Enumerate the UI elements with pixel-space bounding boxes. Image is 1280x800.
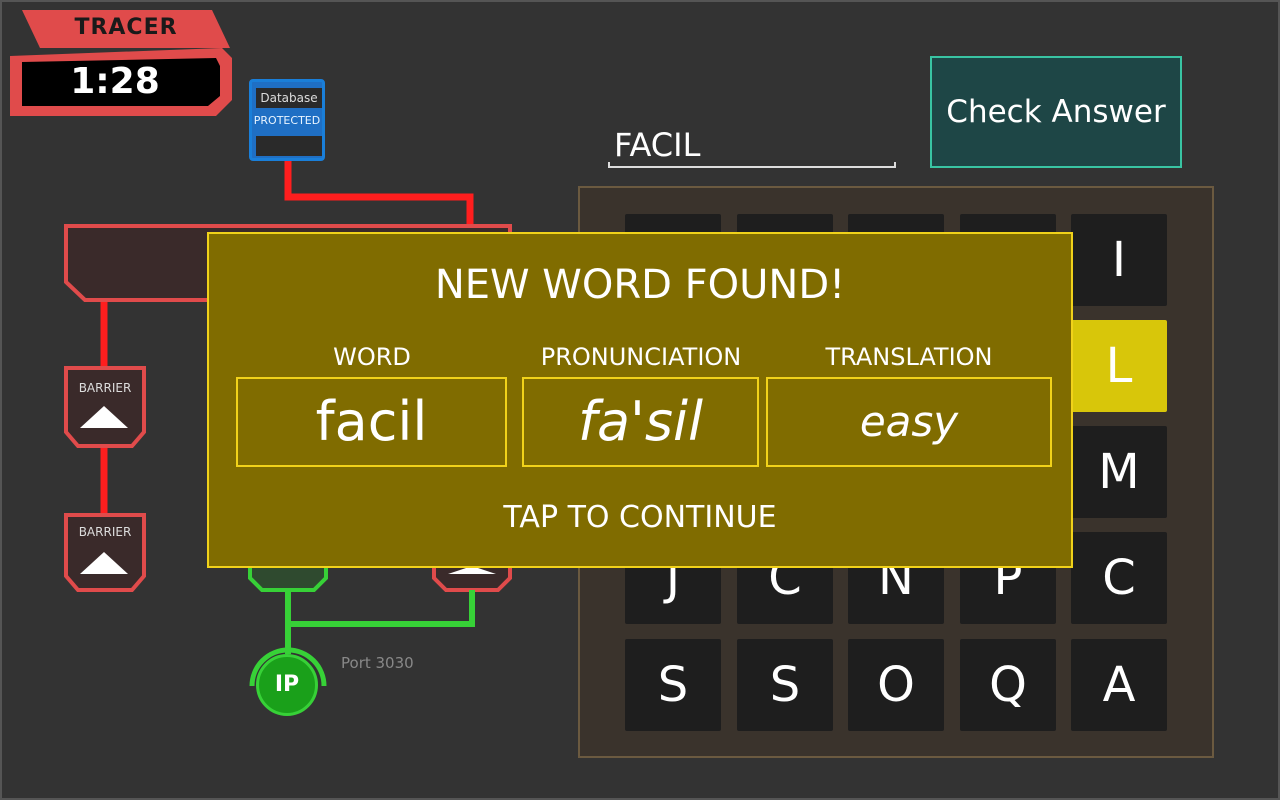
letter-tile[interactable]: I	[1071, 214, 1167, 306]
trace-timer: 1:28	[70, 61, 160, 102]
hidden-node-green	[248, 564, 328, 592]
tracer-label: TRACER	[74, 15, 178, 40]
letter-tile[interactable]: C	[1071, 532, 1167, 624]
database-title: Database	[256, 88, 322, 108]
answer-field: FACIL	[614, 126, 701, 164]
answer-underline	[608, 162, 896, 168]
modal-title: NEW WORD FOUND!	[434, 262, 846, 308]
database-status: PROTECTED	[253, 114, 321, 127]
pronunciation-value: fa'sil	[522, 377, 759, 467]
letter-tile[interactable]: A	[1071, 639, 1167, 731]
ip-node[interactable]: IP	[256, 654, 318, 716]
letter-tile-selected[interactable]: L	[1071, 320, 1167, 412]
tap-to-continue[interactable]: TAP TO CONTINUE	[207, 500, 1073, 535]
barrier-label-1: BARRIER	[78, 381, 132, 395]
database-bar	[256, 136, 322, 156]
database-node[interactable]: Database PROTECTED	[249, 79, 325, 161]
ip-link	[285, 590, 475, 627]
translation-header: TRANSLATION	[825, 343, 993, 371]
database-link	[284, 160, 474, 232]
pronunciation-header: PRONUNCIATION	[540, 343, 742, 371]
letter-tile[interactable]: Q	[960, 639, 1056, 731]
translation-value: easy	[766, 377, 1052, 467]
word-header: WORD	[333, 343, 411, 371]
letter-tile[interactable]: S	[625, 639, 721, 731]
check-answer-button[interactable]: Check Answer	[930, 56, 1182, 168]
barrier-label-2: BARRIER	[78, 525, 132, 539]
letter-tile[interactable]: S	[737, 639, 833, 731]
word-value: facil	[236, 377, 507, 467]
letter-tile[interactable]: M	[1071, 426, 1167, 518]
port-label: Port 3030	[341, 654, 414, 672]
letter-tile[interactable]: O	[848, 639, 944, 731]
